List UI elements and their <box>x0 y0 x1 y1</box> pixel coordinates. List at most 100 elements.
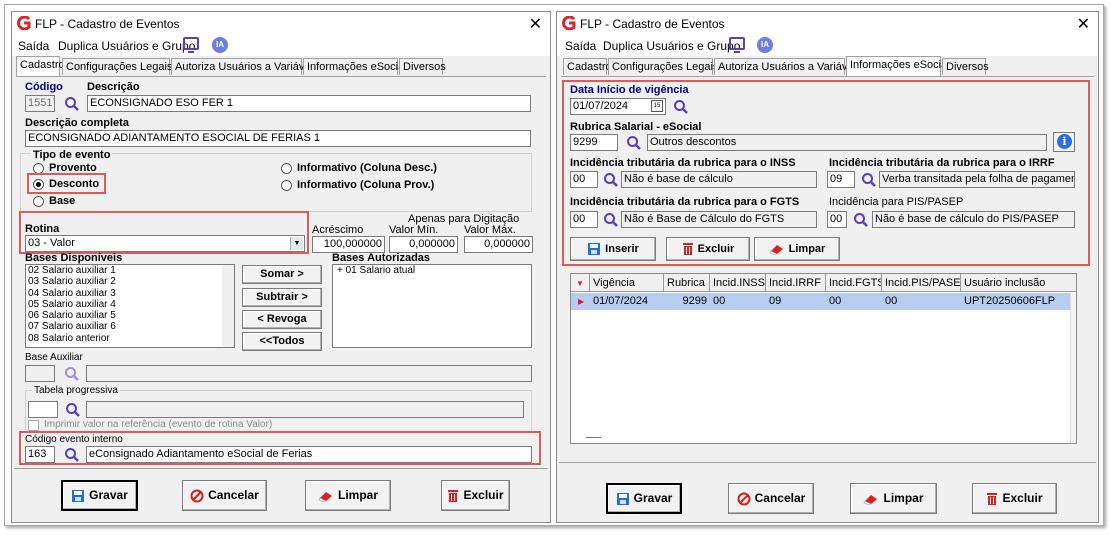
tabela-prog-code[interactable] <box>28 401 58 418</box>
excluir-button[interactable]: Excluir <box>972 483 1057 514</box>
ia-icon[interactable]: IA <box>757 37 773 53</box>
inss-desc[interactable]: Não é base de cálculo <box>621 171 817 188</box>
codigo-field[interactable]: 15517 <box>25 95 55 112</box>
limpar-button[interactable]: Limpar <box>305 480 391 511</box>
excluir-item-button[interactable]: Excluir <box>666 237 750 261</box>
tab-info-esocial[interactable]: Informações eSocial <box>846 56 950 76</box>
limpar-button[interactable]: Limpar <box>850 483 937 514</box>
scrollbar[interactable] <box>1070 293 1076 443</box>
list-item[interactable]: 08 Salario anterior <box>26 333 234 344</box>
tab-diversos[interactable]: Diversos <box>399 58 446 75</box>
menu-duplica[interactable]: Duplica Usuários e Grupo <box>58 39 195 53</box>
gravar-button[interactable]: Gravar <box>61 480 138 511</box>
fgts-code[interactable]: 00 <box>570 211 598 228</box>
tab-cadastro[interactable]: Cadastro <box>16 56 65 76</box>
tab-autoriza[interactable]: Autoriza Usuários a Variáveis <box>171 58 318 75</box>
search-icon[interactable] <box>861 172 877 188</box>
valor-min-field[interactable]: 0,000000 <box>389 236 458 253</box>
search-icon[interactable] <box>65 402 81 418</box>
tab-diversos[interactable]: Diversos <box>942 58 989 75</box>
search-icon[interactable] <box>64 96 80 112</box>
list-item[interactable]: 06 Salario auxiliar 5 <box>26 310 234 321</box>
imprimir-checkbox[interactable] <box>28 420 39 431</box>
descricao-field[interactable]: ECONSIGNADO ESO FER 1 <box>87 95 531 112</box>
gravar-button[interactable]: Gravar <box>606 483 682 514</box>
rubrica-desc[interactable]: Outros descontos <box>647 134 1047 151</box>
calendar-icon[interactable]: 15 <box>651 100 663 112</box>
search-icon[interactable] <box>673 99 689 115</box>
inserir-button[interactable]: Inserir <box>570 237 656 261</box>
cell-rubrica: 9299 <box>682 295 707 307</box>
col-incid-pis[interactable]: Incid.PIS/PASEP <box>882 274 961 292</box>
monitor-icon[interactable] <box>729 37 745 53</box>
grid-header: ▼ Vigência Rubrica Incid.INSS Incid.IRRF… <box>571 274 1076 292</box>
col-vigencia[interactable]: Vigência <box>590 274 664 292</box>
close-icon[interactable]: ✕ <box>529 14 542 34</box>
tab-divider <box>16 76 546 77</box>
fgts-label: Incidência tributária da rubrica para o … <box>570 196 800 208</box>
todos-button[interactable]: <<Todos <box>242 332 322 351</box>
base-aux-desc[interactable] <box>86 365 532 382</box>
list-item[interactable]: 05 Salario auxiliar 4 <box>26 299 234 310</box>
list-item[interactable]: 03 Salario auxiliar 2 <box>26 276 234 287</box>
search-icon[interactable] <box>64 366 80 382</box>
cell-incid-fgts: 00 <box>829 295 842 307</box>
revoga-button[interactable]: < Revoga <box>242 310 322 329</box>
search-icon[interactable] <box>853 212 869 228</box>
tab-autoriza[interactable]: Autoriza Usuários a Variáveis <box>714 58 861 75</box>
col-rubrica[interactable]: Rubrica <box>664 274 710 292</box>
close-icon[interactable]: ✕ <box>1077 14 1090 34</box>
col-incid-fgts[interactable]: Incid.FGTS <box>826 274 882 292</box>
radio-info-prov[interactable] <box>281 180 292 191</box>
cancelar-button[interactable]: Cancelar <box>182 480 267 511</box>
menu-duplica[interactable]: Duplica Usuários e Grupo <box>603 39 740 53</box>
irrf-desc[interactable]: Verba transitada pela folha de pagamento… <box>879 171 1075 188</box>
bases-disp-list[interactable]: 02 Salario auxiliar 1 03 Salario auxilia… <box>25 264 235 348</box>
somar-button[interactable]: Somar > <box>242 265 322 284</box>
search-icon[interactable] <box>626 135 642 151</box>
inss-code[interactable]: 00 <box>570 171 598 188</box>
radio-base[interactable] <box>33 196 44 207</box>
tab-config-legais[interactable]: Configurações Legais <box>608 58 718 75</box>
col-usuario[interactable]: Usuário inclusão <box>961 274 1076 292</box>
excluir-button[interactable]: Excluir <box>441 480 510 511</box>
list-item[interactable]: 07 Salario auxiliar 6 <box>26 321 234 332</box>
fgts-desc[interactable]: Não é Base de Cálculo do FGTS <box>621 211 817 228</box>
search-icon[interactable] <box>603 172 619 188</box>
col-incid-irrf[interactable]: Incid.IRRF <box>766 274 826 292</box>
col-incid-inss[interactable]: Incid.INSS <box>710 274 766 292</box>
list-item[interactable]: 02 Salario auxiliar 1 <box>26 265 234 276</box>
sort-down-icon[interactable]: ▼ <box>571 274 590 292</box>
list-item[interactable]: 04 Salario auxiliar 3 <box>26 288 234 299</box>
info-button[interactable]: i <box>1053 132 1075 152</box>
ia-icon[interactable]: IA <box>212 37 228 53</box>
acrescimo-field[interactable]: 100,000000 <box>312 236 385 253</box>
scrollbar[interactable] <box>222 265 234 347</box>
pis-code[interactable]: 00 <box>827 211 847 228</box>
list-item[interactable]: + 01 Salario atual <box>333 265 531 276</box>
menu-saida[interactable]: Saída <box>18 39 49 53</box>
cancelar-button[interactable]: Cancelar <box>728 483 814 514</box>
pis-desc[interactable]: Não é base de cálculo do PIS/PASEP <box>872 211 1075 228</box>
eraser-icon <box>769 245 783 256</box>
bases-aut-list[interactable]: + 01 Salario atual <box>332 264 532 348</box>
irrf-code[interactable]: 09 <box>827 171 855 188</box>
menu-saida[interactable]: Saída <box>565 39 596 53</box>
subtrair-button[interactable]: Subtrair > <box>242 288 322 307</box>
data-inicio-field[interactable]: 01/07/2024 15 <box>570 98 666 115</box>
limpar-item-button[interactable]: Limpar <box>754 237 840 261</box>
tab-cadastro[interactable]: Cadastro <box>563 58 612 75</box>
valor-max-field[interactable]: 0,000000 <box>464 236 533 253</box>
search-icon[interactable] <box>603 212 619 228</box>
rubrica-code[interactable]: 9299 <box>570 134 618 151</box>
tab-config-legais[interactable]: Configurações Legais <box>62 58 172 75</box>
tab-info-esocial[interactable]: Informações eSocial <box>303 58 407 75</box>
radio-info-desc-label: Informativo (Coluna Desc.) <box>297 162 437 174</box>
monitor-icon[interactable] <box>183 37 199 53</box>
tabela-prog-desc[interactable] <box>86 401 524 418</box>
desc-completa-field[interactable]: ECONSIGNADO ADIANTAMENTO ESOCIAL DE FERI… <box>25 130 531 147</box>
vigencia-grid[interactable]: ▼ Vigência Rubrica Incid.INSS Incid.IRRF… <box>570 273 1077 444</box>
base-aux-code[interactable] <box>25 365 55 382</box>
table-row[interactable]: ▶ 01/07/2024 9299 00 09 00 00 UPT2025060… <box>571 293 1076 310</box>
radio-info-desc[interactable] <box>281 163 292 174</box>
